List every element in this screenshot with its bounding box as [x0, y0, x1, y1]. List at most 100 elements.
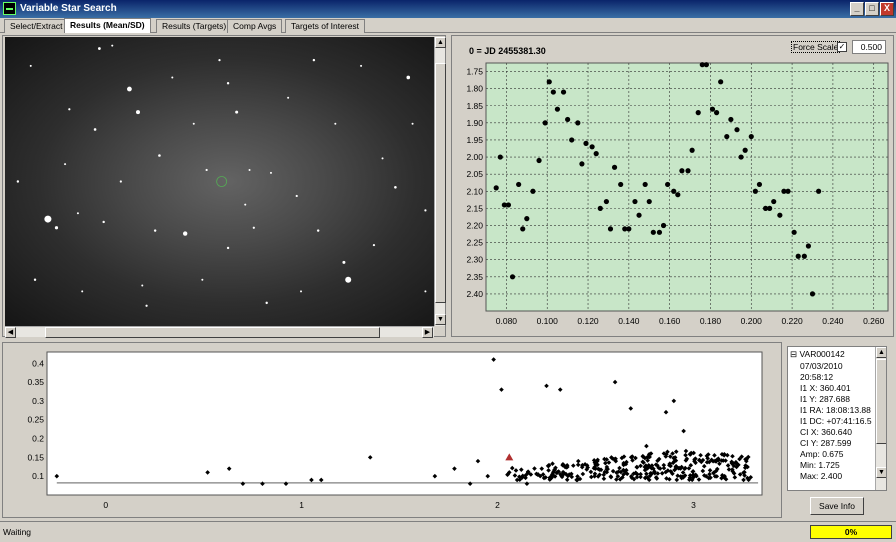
data-point: [493, 185, 499, 191]
y-tick-label: 2.05: [466, 169, 483, 179]
status-text: Waiting: [3, 527, 32, 537]
tree-item-max[interactable]: Max: 2.400: [800, 471, 842, 481]
star-point: [145, 304, 148, 307]
window-title: Variable Star Search: [20, 3, 117, 14]
data-point: [756, 181, 763, 188]
save-info-button[interactable]: Save Info: [810, 497, 864, 515]
tree-scroll-thumb[interactable]: [876, 359, 886, 444]
close-button[interactable]: X: [880, 2, 894, 16]
data-point: [626, 226, 632, 232]
tab-results-mean-sd[interactable]: Results (Mean/SD): [64, 18, 151, 33]
scroll-up-arrow-icon[interactable]: ▲: [435, 37, 446, 48]
data-point: [597, 205, 603, 211]
data-point: [550, 89, 556, 95]
data-point: [809, 291, 816, 297]
data-point: [569, 137, 575, 143]
star-point: [295, 194, 298, 198]
data-point: [695, 110, 701, 116]
data-point: [713, 110, 720, 116]
star-point: [102, 220, 105, 224]
data-point: [497, 154, 503, 160]
image-vertical-scrollbar[interactable]: ▲ ▼: [434, 37, 446, 326]
image-horizontal-scrollbar[interactable]: ◀ ▶: [5, 326, 434, 338]
data-point: [603, 198, 609, 205]
star-point: [235, 110, 239, 114]
tree-item-i1x[interactable]: I1 X: 360.401: [800, 383, 851, 393]
star-point: [64, 163, 67, 166]
target-info-tree[interactable]: ⊟ VAR000142 07/03/2010 20:58:12 I1 X: 36…: [787, 346, 887, 491]
scroll-right-arrow-icon[interactable]: ▶: [422, 327, 433, 338]
data-point: [660, 222, 667, 229]
star-point: [29, 64, 32, 67]
data-point: [771, 198, 777, 205]
star-point: [394, 185, 397, 189]
tree-item-date[interactable]: 07/03/2010: [800, 361, 843, 371]
tree-item-i1y[interactable]: I1 Y: 287.688: [800, 394, 850, 404]
x-tick-label: 0.260: [863, 316, 885, 326]
data-point: [791, 229, 797, 235]
vertical-scroll-thumb[interactable]: [435, 63, 446, 303]
data-point: [636, 212, 642, 218]
y-tick-label: 1.85: [466, 101, 483, 111]
star-point: [135, 110, 140, 115]
scroll-down-arrow-icon[interactable]: ▼: [435, 314, 446, 325]
x-tick-label: 0.180: [700, 316, 722, 326]
tab-comp-avgs[interactable]: Comp Avgs: [227, 19, 283, 33]
image-panel: ▲ ▼ ◀ ▶: [2, 35, 446, 338]
tab-targets-of-interest[interactable]: Targets of Interest: [285, 19, 366, 33]
data-point: [524, 216, 530, 222]
tree-root-node[interactable]: ⊟ VAR000142: [790, 349, 845, 360]
data-point: [579, 161, 585, 167]
tree-vertical-scrollbar[interactable]: ▲ ▼: [875, 347, 886, 490]
data-point: [785, 188, 791, 194]
tree-scroll-up-icon[interactable]: ▲: [876, 347, 886, 358]
tree-scroll-down-icon[interactable]: ▼: [876, 467, 886, 478]
y-tick-label: 0.1: [32, 471, 44, 481]
x-tick-label: 0.220: [781, 316, 803, 326]
tree-item-i1dc[interactable]: I1 DC: +07:41:16.5: [800, 416, 872, 426]
tree-item-min[interactable]: Min: 1.725: [800, 460, 840, 470]
tree-item-time[interactable]: 20:58:12: [800, 372, 833, 382]
star-point: [406, 75, 411, 80]
maximize-button[interactable]: □: [865, 2, 879, 16]
minimize-button[interactable]: _: [850, 2, 864, 16]
star-point: [97, 47, 101, 50]
tab-results-targets[interactable]: Results (Targets): [156, 19, 233, 33]
star-point: [226, 246, 230, 250]
x-tick-label: 0.100: [537, 316, 559, 326]
tree-item-i1ra[interactable]: I1 RA: 18:08:13.88: [800, 405, 871, 415]
star-point: [111, 44, 114, 47]
y-tick-label: 1.95: [466, 135, 483, 145]
tree-item-ciy[interactable]: CI Y: 287.599: [800, 438, 851, 448]
data-point: [777, 212, 783, 218]
y-tick-label: 0.4: [32, 358, 44, 368]
y-tick-label: 1.80: [466, 84, 483, 94]
tree-item-cix[interactable]: CI X: 360.640: [800, 427, 852, 437]
data-point: [685, 168, 691, 174]
star-field-image[interactable]: [5, 37, 434, 326]
star-point: [201, 278, 204, 281]
light-curve-panel: 0 = JD 2455381.30 Force Scale ✓ 0.500 0.…: [451, 35, 894, 337]
star-point: [44, 215, 52, 223]
star-point: [269, 171, 272, 174]
tab-select-extract[interactable]: Select/Extract: [4, 19, 69, 33]
tree-item-amp[interactable]: Amp: 0.675: [800, 449, 843, 459]
star-point: [411, 122, 414, 125]
star-point: [16, 180, 20, 183]
star-point: [127, 86, 132, 92]
y-tick-label: 0.15: [27, 452, 44, 462]
scroll-left-arrow-icon[interactable]: ◀: [5, 327, 16, 338]
light-curve-chart: 0.080 0.100 0.120 0.140 0.160 0.180 0.200 0.220…: [466, 62, 889, 326]
x-tick-label: 0.140: [618, 316, 640, 326]
star-point: [226, 82, 230, 85]
star-point: [158, 154, 161, 157]
x-tick-label: 0: [103, 500, 108, 510]
target-marker-icon: [216, 176, 228, 187]
star-point: [265, 301, 268, 305]
data-point: [536, 157, 542, 164]
star-point: [244, 203, 247, 206]
data-point: [618, 181, 624, 188]
star-point: [54, 226, 59, 230]
horizontal-scroll-thumb[interactable]: [45, 327, 380, 338]
data-point: [805, 243, 812, 249]
